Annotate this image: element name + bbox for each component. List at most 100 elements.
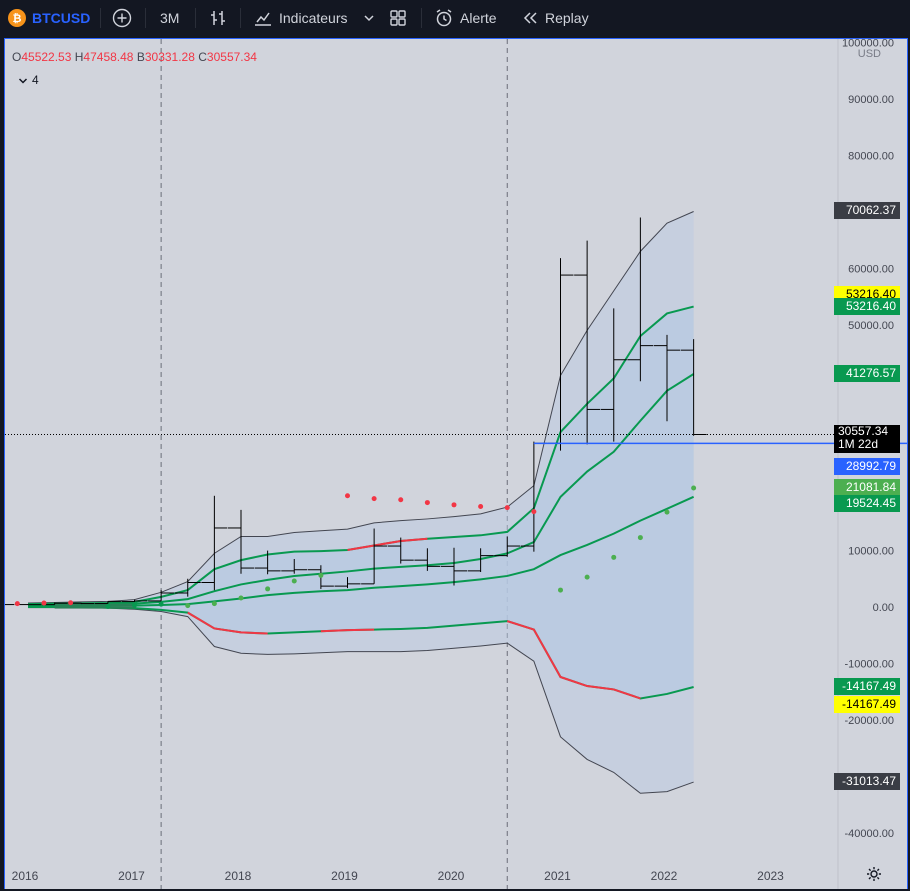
chevron-down-icon xyxy=(364,15,374,22)
psar-dot xyxy=(398,497,404,503)
top-toolbar: ₿ BTCUSD 3M Indicateurs Alerte Replay xyxy=(0,0,910,36)
psar-dot xyxy=(451,502,457,508)
psar-dot xyxy=(531,509,537,515)
bitcoin-icon: ₿ xyxy=(8,9,26,27)
time-tick-label: 2021 xyxy=(544,869,571,883)
price-tick-label: -20000.00 xyxy=(844,715,894,727)
psar-dot xyxy=(105,603,111,609)
psar-dot xyxy=(478,504,484,510)
psar-dot xyxy=(291,578,297,584)
time-tick-label: 2023 xyxy=(757,869,784,883)
indicators-button[interactable]: Indicateurs xyxy=(253,0,347,36)
early-band-block xyxy=(54,603,135,609)
psar-dot xyxy=(158,601,164,607)
alert-button[interactable]: Alerte xyxy=(434,0,497,36)
psar-dot xyxy=(132,602,137,608)
symbol-label: BTCUSD xyxy=(32,10,91,26)
interval-label: 3M xyxy=(160,10,180,26)
price-tick-label: 0.00 xyxy=(873,602,894,614)
time-tick-label: 2017 xyxy=(118,869,145,883)
toolbar-divider xyxy=(240,8,241,28)
chart-pane[interactable]: 100000.00 90000.00 80000.00 60000.00 50000.0… xyxy=(4,38,908,889)
legend-low-key: B xyxy=(136,50,145,64)
price-axis-pill: 41276.57 xyxy=(834,364,900,382)
psar-dot xyxy=(424,500,430,506)
psar-dot xyxy=(558,587,563,593)
price-tick-label: 80000.00 xyxy=(848,150,894,162)
price-axis-pill: 19524.45 xyxy=(834,494,900,512)
interval-button[interactable]: 3M xyxy=(160,0,179,36)
legend-close-key: C xyxy=(198,50,207,64)
toolbar-divider xyxy=(145,8,146,28)
settings-gear-icon[interactable] xyxy=(866,866,882,882)
psar-dot xyxy=(185,603,191,609)
chevron-down-icon xyxy=(18,78,28,84)
psar-dot xyxy=(68,600,74,606)
legend-low-value: 30331.28 xyxy=(144,50,195,64)
time-tick-label: 2020 xyxy=(438,869,465,883)
price-axis-pill: 53216.40 xyxy=(834,297,900,315)
add-circle-icon xyxy=(112,8,132,28)
legend-high-value: 47458.48 xyxy=(83,50,134,64)
band-outer-fill-area xyxy=(28,211,694,794)
price-tick-label: -40000.00 xyxy=(844,828,894,840)
chart-style-button[interactable] xyxy=(208,0,228,36)
psar-dot xyxy=(345,493,350,499)
indicators-label: Indicateurs xyxy=(279,10,348,26)
alarm-clock-icon xyxy=(436,9,452,27)
psar-dot xyxy=(41,600,47,606)
grid-icon xyxy=(390,10,406,26)
bar-countdown: 1M 22d xyxy=(838,436,879,451)
svg-text:₿: ₿ xyxy=(13,13,22,25)
bars-style-icon xyxy=(211,11,225,25)
price-axis-pill: 21081.84 xyxy=(834,478,900,496)
toolbar-divider xyxy=(421,8,422,28)
currency-label: USD xyxy=(858,48,881,60)
current-price-value: 30557.34 xyxy=(838,423,889,438)
indicators-count: 4 xyxy=(32,73,39,87)
psar-dot xyxy=(584,574,590,580)
price-tick-label: 50000.00 xyxy=(848,320,894,332)
psar-dot xyxy=(14,601,20,607)
psar-dot xyxy=(371,496,377,502)
price-tick-label: 90000.00 xyxy=(848,94,894,106)
price-tick-label: 60000.00 xyxy=(848,263,894,275)
ohlc-legend: O45522.53 H47458.48 B30331.28 C30557.34 xyxy=(12,50,257,64)
toolbar-divider xyxy=(100,8,101,28)
price-tick-label: 10000.00 xyxy=(848,546,894,558)
rewind-icon xyxy=(523,12,537,24)
price-axis-pill: -14167.49 xyxy=(834,695,900,713)
legend-open-key: O xyxy=(12,50,22,64)
compare-button[interactable] xyxy=(112,0,132,36)
time-tick-label: 2022 xyxy=(651,869,678,883)
indicators-dropdown[interactable] xyxy=(363,0,375,36)
replay-button[interactable]: Replay xyxy=(521,0,589,36)
symbol-button[interactable]: ₿ BTCUSD xyxy=(8,0,90,36)
psar-dot xyxy=(265,586,271,592)
time-tick-label: 2018 xyxy=(225,869,252,883)
price-chart[interactable]: 100000.0090000.0080000.0060000.0050000.0… xyxy=(5,39,908,889)
psar-dot xyxy=(504,505,510,511)
psar-dot xyxy=(691,485,697,491)
toolbar-divider xyxy=(195,8,196,28)
templates-button[interactable] xyxy=(389,0,407,36)
price-tick-label: -10000.00 xyxy=(844,658,894,670)
indicators-toggle[interactable]: 4 xyxy=(18,73,39,87)
time-tick-label: 2019 xyxy=(331,869,358,883)
price-axis-pill: -14167.49 xyxy=(834,677,900,695)
price-axis-pill: 28992.79 xyxy=(834,458,900,475)
legend-open-value: 45522.53 xyxy=(21,50,72,64)
price-axis-pill: 70062.37 xyxy=(834,202,900,220)
psar-dot xyxy=(238,595,244,601)
time-tick-label: 2016 xyxy=(12,869,39,883)
psar-dot xyxy=(664,509,670,515)
psar-dot xyxy=(318,572,324,578)
replay-label: Replay xyxy=(545,10,589,26)
psar-dot xyxy=(637,535,643,541)
price-axis-pill: -31013.47 xyxy=(834,773,900,791)
psar-dot xyxy=(611,554,617,560)
price-axis-pill: 30557.34 1M 22d xyxy=(834,423,900,453)
indicators-icon xyxy=(255,12,271,26)
alert-label: Alerte xyxy=(460,10,497,26)
legend-close-value: 30557.34 xyxy=(206,50,257,64)
